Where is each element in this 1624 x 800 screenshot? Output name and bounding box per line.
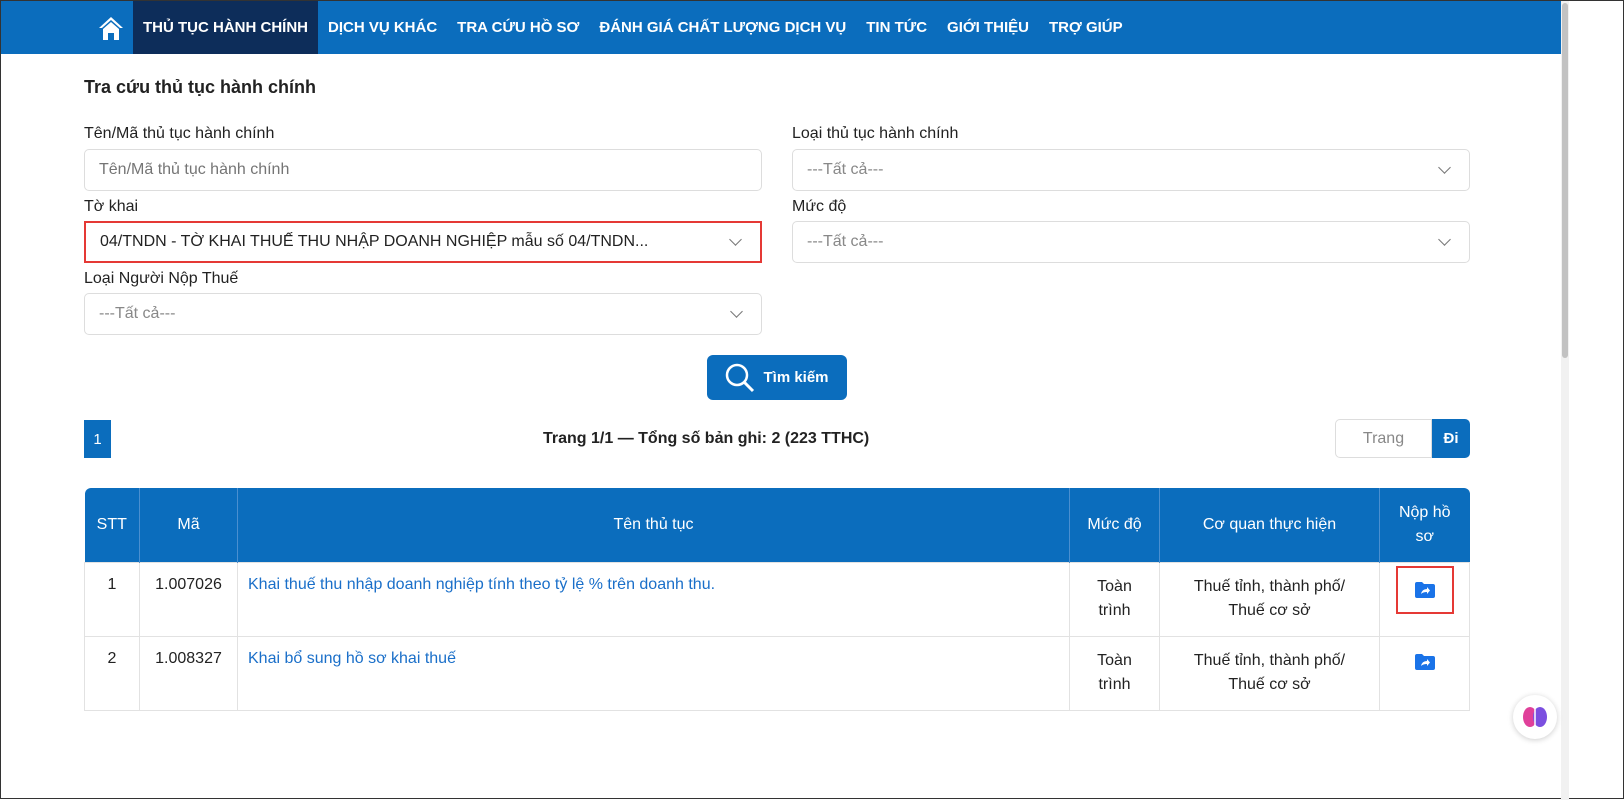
row-level: Toàn trình (1069, 561, 1160, 637)
payer-label: Loại Người Nộp Thuế (84, 270, 239, 287)
nav-tin-tuc[interactable]: TIN TỨC (856, 1, 937, 54)
search-icon (726, 363, 755, 392)
row-code: 1.008327 (139, 635, 238, 711)
nav-tro-giup[interactable]: TRỢ GIÚP (1039, 1, 1133, 54)
row-name-link[interactable]: Khai bổ sung hồ sơ khai thuế (237, 635, 1070, 711)
home-icon[interactable] (89, 1, 133, 54)
page-input[interactable]: Trang (1335, 419, 1432, 458)
name-label: Tên/Mã thủ tục hành chính (84, 125, 275, 142)
submit-button[interactable] (1395, 565, 1454, 614)
type-value: ---Tất cả--- (807, 161, 884, 178)
nav-thu-tuc-hanh-chinh[interactable]: THỦ TỤC HÀNH CHÍNH (133, 1, 318, 54)
header-submit: Nộp hồ sơ (1379, 488, 1470, 562)
row-agency: Thuế tỉnh, thành phố/ Thuế cơ sở (1159, 635, 1380, 711)
assistant-brain-icon[interactable] (1513, 695, 1557, 739)
form-select[interactable]: 04/TNDN - TỜ KHAI THUẾ THU NHẬP DOANH NG… (84, 221, 762, 263)
row-name-link[interactable]: Khai thuế thu nhập doanh nghiệp tính the… (237, 561, 1070, 637)
header-name: Tên thủ tục (237, 488, 1070, 562)
chevron-down-icon (1438, 233, 1451, 246)
row-stt: 2 (84, 635, 140, 711)
top-nav: THỦ TỤC HÀNH CHÍNH DỊCH VỤ KHÁC TRA CỨU … (1, 1, 1561, 54)
scrollbar-thumb[interactable] (1562, 3, 1568, 358)
chevron-down-icon (1438, 161, 1451, 174)
nav-dich-vu-khac[interactable]: DỊCH VỤ KHÁC (318, 1, 447, 54)
row-agency: Thuế tỉnh, thành phố/ Thuế cơ sở (1159, 561, 1380, 637)
payer-select[interactable]: ---Tất cả--- (84, 293, 762, 335)
nav-tra-cuu-ho-so[interactable]: TRA CỨU HỒ SƠ (447, 1, 589, 54)
chevron-down-icon (730, 305, 743, 318)
header-stt: STT (84, 488, 140, 562)
form-label: Tờ khai (84, 198, 139, 215)
go-button[interactable]: Đi (1432, 419, 1470, 458)
payer-value: ---Tất cả--- (99, 305, 176, 322)
row-stt: 1 (84, 561, 140, 637)
level-label: Mức độ (792, 198, 847, 215)
table-row: 2 1.008327 Khai bổ sung hồ sơ khai thuế … (84, 635, 1470, 711)
header-level: Mức độ (1069, 488, 1160, 562)
folder-share-icon (1414, 653, 1435, 670)
folder-share-icon (1414, 581, 1435, 598)
submit-button[interactable] (1414, 653, 1435, 674)
chevron-down-icon (729, 233, 742, 246)
row-level: Toàn trình (1069, 635, 1160, 711)
scrollbar[interactable] (1561, 1, 1569, 800)
page-1-button[interactable]: 1 (84, 420, 111, 458)
procedure-table: STT Mã Tên thủ tục Mức độ Cơ quan thực h… (84, 488, 1470, 711)
level-value: ---Tất cả--- (807, 233, 884, 250)
table-row: 1 1.007026 Khai thuế thu nhập doanh nghi… (84, 561, 1470, 637)
pagination-summary: Trang 1/1 — Tổng số bản ghi: 2 (223 TTHC… (543, 430, 870, 447)
level-select[interactable]: ---Tất cả--- (792, 221, 1470, 263)
header-agency: Cơ quan thực hiện (1159, 488, 1380, 562)
nav-gioi-thieu[interactable]: GIỚI THIỆU (937, 1, 1039, 54)
search-label: Tìm kiếm (763, 369, 829, 386)
name-input[interactable] (84, 149, 762, 191)
search-button[interactable]: Tìm kiếm (707, 355, 847, 400)
type-label: Loại thủ tục hành chính (792, 125, 959, 142)
header-code: Mã (139, 488, 238, 562)
row-code: 1.007026 (139, 561, 238, 637)
nav-danh-gia[interactable]: ĐÁNH GIÁ CHẤT LƯỢNG DỊCH VỤ (589, 1, 856, 54)
type-select[interactable]: ---Tất cả--- (792, 149, 1470, 191)
page-title: Tra cứu thủ tục hành chính (84, 77, 317, 97)
form-value: 04/TNDN - TỜ KHAI THUẾ THU NHẬP DOANH NG… (100, 233, 649, 250)
